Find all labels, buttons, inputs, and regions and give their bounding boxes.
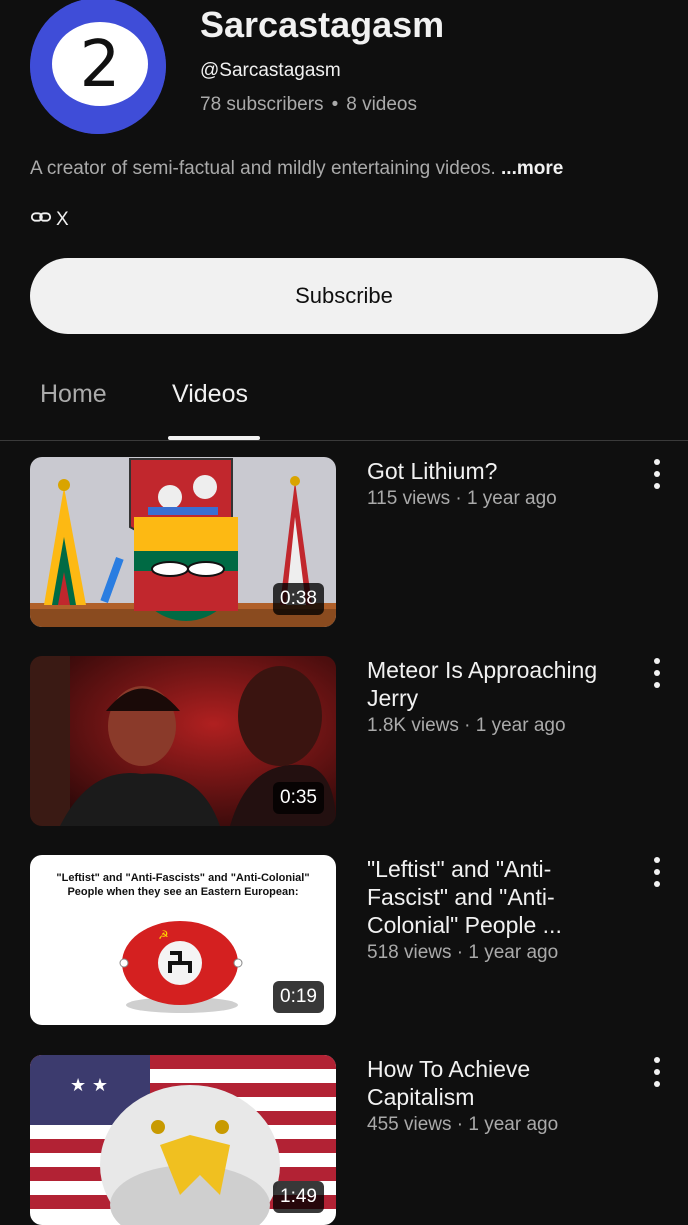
channel-description[interactable]: A creator of semi-factual and mildly ent…: [30, 158, 563, 180]
active-tab-indicator: [168, 436, 260, 440]
video-duration: 1:49: [273, 1181, 324, 1213]
video-thumbnail[interactable]: 0:38: [30, 457, 336, 627]
video-item[interactable]: 0:35 Meteor Is Approaching Jerry 1.8K vi…: [0, 656, 688, 826]
description-more-link[interactable]: ...more: [501, 158, 563, 179]
video-title[interactable]: "Leftist" and "Anti-Fascist" and "Anti-C…: [367, 855, 627, 939]
video-meta: 1.8K views · 1 year ago: [367, 715, 566, 736]
stats-separator: •: [331, 94, 339, 115]
link-label: X: [56, 209, 69, 230]
channel-links[interactable]: X: [30, 206, 69, 234]
video-title[interactable]: How To Achieve Capitalism: [367, 1055, 627, 1111]
description-text: A creator of semi-factual and mildly ent…: [30, 158, 496, 179]
video-thumbnail[interactable]: "Leftist" and "Anti-Fascists" and "Anti-…: [30, 855, 336, 1025]
channel-tabs: Home Videos: [0, 360, 688, 441]
video-duration: 0:35: [273, 782, 324, 814]
avatar-glyph: 2: [80, 28, 121, 102]
video-duration: 0:19: [273, 981, 324, 1013]
more-vert-icon[interactable]: [648, 459, 666, 489]
video-meta: 518 views · 1 year ago: [367, 942, 559, 963]
video-item[interactable]: 0:38 Got Lithium? 115 views · 1 year ago: [0, 457, 688, 627]
tab-home[interactable]: Home: [40, 380, 107, 409]
channel-stats: 78 subscribers • 8 videos: [200, 94, 417, 116]
channel-avatar[interactable]: 2: [30, 0, 166, 134]
tab-videos[interactable]: Videos: [172, 380, 248, 409]
video-title[interactable]: Got Lithium?: [367, 457, 627, 485]
video-meta: 115 views · 1 year ago: [367, 488, 557, 509]
video-thumbnail[interactable]: 0:35: [30, 656, 336, 826]
channel-name: Sarcastagasm: [200, 4, 445, 45]
link-icon: [30, 206, 52, 234]
video-title[interactable]: Meteor Is Approaching Jerry: [367, 656, 627, 712]
svg-text:☭: ☭: [158, 928, 169, 942]
video-item[interactable]: "Leftist" and "Anti-Fascists" and "Anti-…: [0, 855, 688, 1025]
more-vert-icon[interactable]: [648, 1057, 666, 1087]
video-duration: 0:38: [273, 583, 324, 615]
more-vert-icon[interactable]: [648, 857, 666, 887]
more-vert-icon[interactable]: [648, 658, 666, 688]
channel-handle: @Sarcastagasm: [200, 60, 341, 81]
video-meta: 455 views · 1 year ago: [367, 1114, 559, 1135]
subscribe-button[interactable]: Subscribe: [30, 258, 658, 334]
svg-text:★ ★: ★ ★: [70, 1075, 108, 1096]
video-count: 8 videos: [346, 94, 417, 115]
subscriber-count: 78 subscribers: [200, 94, 324, 115]
